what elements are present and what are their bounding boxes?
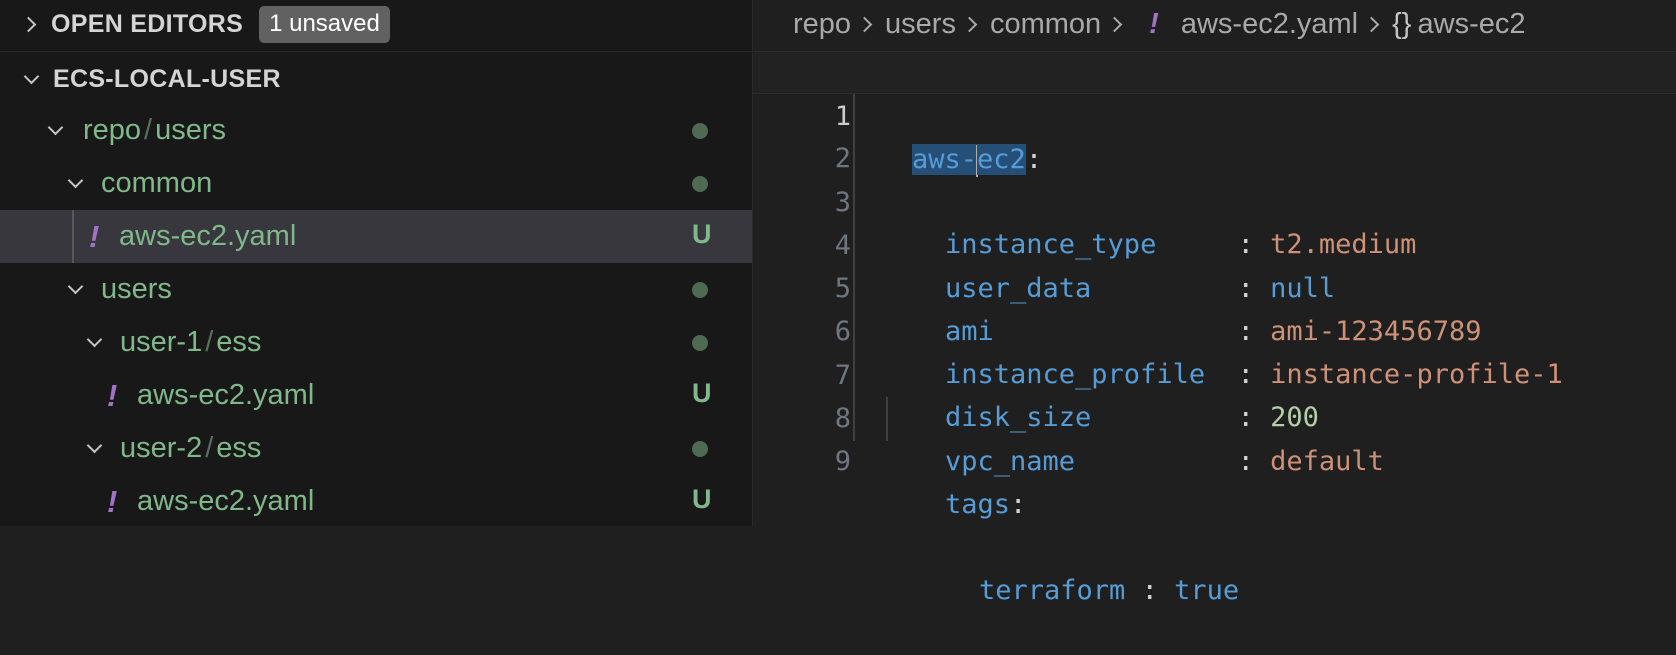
yaml-colon: : — [1010, 489, 1027, 521]
yaml-value: default — [1270, 445, 1384, 477]
yaml-key: tags — [945, 489, 1011, 521]
tree-folder-repo-users[interactable]: repo / users — [0, 104, 752, 157]
open-editors-header[interactable]: OPEN EDITORS 1 unsaved — [0, 0, 752, 49]
indent-guide — [853, 180, 855, 225]
line-text: terraform : true — [979, 569, 1239, 612]
path-separator: / — [205, 432, 214, 464]
code-editor[interactable]: 1 aws-ec2: 2 instance_type : t2.medium 3… — [753, 51, 1676, 606]
folder-label: repo — [83, 114, 142, 146]
open-editors-title: OPEN EDITORS — [51, 10, 244, 38]
code-line: 3 user_data : null — [753, 137, 1676, 304]
path-separator: / — [144, 114, 153, 146]
code-line: 2 instance_type : t2.medium — [753, 94, 1676, 260]
indent-guide — [853, 354, 855, 398]
tree-folder-user-1-ess[interactable]: user-1 / ess — [0, 316, 752, 369]
untracked-status: U — [692, 219, 712, 249]
breadcrumb-file[interactable]: aws-ec2.yaml — [1181, 8, 1358, 41]
folder-label: ess — [216, 432, 262, 464]
file-tree: repo / users common ! aws-ec2.yaml U use… — [0, 104, 752, 528]
yaml-file-icon: ! — [107, 377, 118, 413]
folder-label: common — [101, 167, 213, 199]
indent-guide — [853, 397, 855, 441]
modified-dot-icon — [692, 441, 708, 457]
yaml-file-icon: ! — [107, 483, 118, 519]
chevron-down-icon[interactable] — [87, 442, 100, 455]
code-line: 6 disk_size : 200 — [753, 267, 1676, 433]
chevron-down-icon[interactable] — [48, 124, 61, 137]
modified-dot-icon — [692, 335, 708, 351]
folder-label: users — [155, 114, 227, 146]
tree-file-user-1-aws-ec2[interactable]: ! aws-ec2.yaml U — [0, 369, 752, 422]
untracked-status: U — [692, 484, 712, 514]
code-line: 8 tags: — [753, 354, 1676, 520]
object-symbol-icon: {} — [1392, 7, 1412, 40]
code-line: 5 instance_profile : instance-profile-1 — [753, 224, 1676, 390]
chevron-right-icon — [964, 17, 978, 31]
file-label: aws-ec2.yaml — [137, 379, 315, 411]
chevron-right-icon — [1366, 17, 1380, 31]
tree-folder-common[interactable]: common — [0, 157, 752, 210]
yaml-file-icon: ! — [89, 218, 100, 254]
editor-pane: repo users common ! aws-ec2.yaml {} aws-… — [753, 0, 1676, 606]
tree-folder-user-2-ess[interactable]: user-2 / ess — [0, 422, 752, 475]
path-separator: / — [205, 326, 214, 358]
yaml-value: true — [1174, 575, 1240, 607]
chevron-down-icon[interactable] — [87, 336, 100, 349]
line-text: tags: — [945, 483, 1026, 526]
untracked-status: U — [692, 378, 712, 408]
file-label: aws-ec2.yaml — [137, 485, 315, 517]
workspace-header[interactable]: ECS-LOCAL-USER — [0, 56, 752, 102]
yaml-file-icon: ! — [1149, 7, 1159, 40]
indent-guide — [853, 310, 855, 355]
yaml-colon: : — [1221, 445, 1271, 477]
alignment-padding — [1075, 446, 1221, 477]
tree-file-user-2-aws-ec2[interactable]: ! aws-ec2.yaml U — [0, 475, 752, 528]
line-text: vpc_name : default — [945, 440, 1384, 483]
yaml-key: vpc_name — [945, 445, 1076, 477]
indent-guide — [853, 137, 855, 181]
breadcrumb-symbol[interactable]: aws-ec2 — [1418, 8, 1526, 41]
folder-label: user-1 — [120, 326, 203, 358]
modified-dot-icon — [692, 123, 708, 139]
indent-guide — [853, 94, 855, 138]
indent-guide — [72, 210, 74, 263]
code-line: 4 ami : ami-123456789 — [753, 180, 1676, 347]
tree-folder-users[interactable]: users — [0, 263, 752, 316]
section-divider — [0, 51, 752, 52]
indent-guide — [886, 397, 888, 441]
chevron-down-icon[interactable] — [24, 73, 37, 86]
code-line: 1 aws-ec2: — [753, 51, 1676, 177]
chevron-down-icon[interactable] — [68, 283, 81, 296]
code-line: 9 terraform : true — [753, 397, 1676, 606]
folder-label: ess — [216, 326, 262, 358]
yaml-key: terraform — [979, 575, 1126, 607]
chevron-down-icon[interactable] — [68, 177, 81, 190]
folder-label: users — [101, 273, 172, 305]
unsaved-badge: 1 unsaved — [259, 6, 390, 43]
line-number: 9 — [834, 446, 851, 478]
tree-file-common-aws-ec2[interactable]: ! aws-ec2.yaml U — [0, 210, 752, 263]
code-line: 7 vpc_name : default — [753, 310, 1676, 477]
file-label: aws-ec2.yaml — [119, 220, 297, 252]
chevron-right-icon — [1109, 17, 1123, 31]
modified-dot-icon — [692, 282, 708, 298]
breadcrumb: repo users common ! aws-ec2.yaml {} aws-… — [793, 0, 1526, 48]
breadcrumb-item[interactable]: common — [990, 8, 1101, 41]
indent-guide — [853, 267, 855, 311]
indent-guide — [853, 224, 855, 268]
yaml-colon: : — [1125, 575, 1175, 607]
chevron-right-icon[interactable] — [23, 18, 36, 31]
chevron-right-icon — [859, 17, 873, 31]
workspace-title: ECS-LOCAL-USER — [53, 64, 281, 93]
breadcrumb-item[interactable]: users — [885, 8, 956, 41]
explorer-sidebar: OPEN EDITORS 1 unsaved ECS-LOCAL-USER re… — [0, 0, 753, 526]
folder-label: user-2 — [120, 432, 203, 464]
breadcrumb-item[interactable]: repo — [793, 8, 851, 41]
modified-dot-icon — [692, 176, 708, 192]
